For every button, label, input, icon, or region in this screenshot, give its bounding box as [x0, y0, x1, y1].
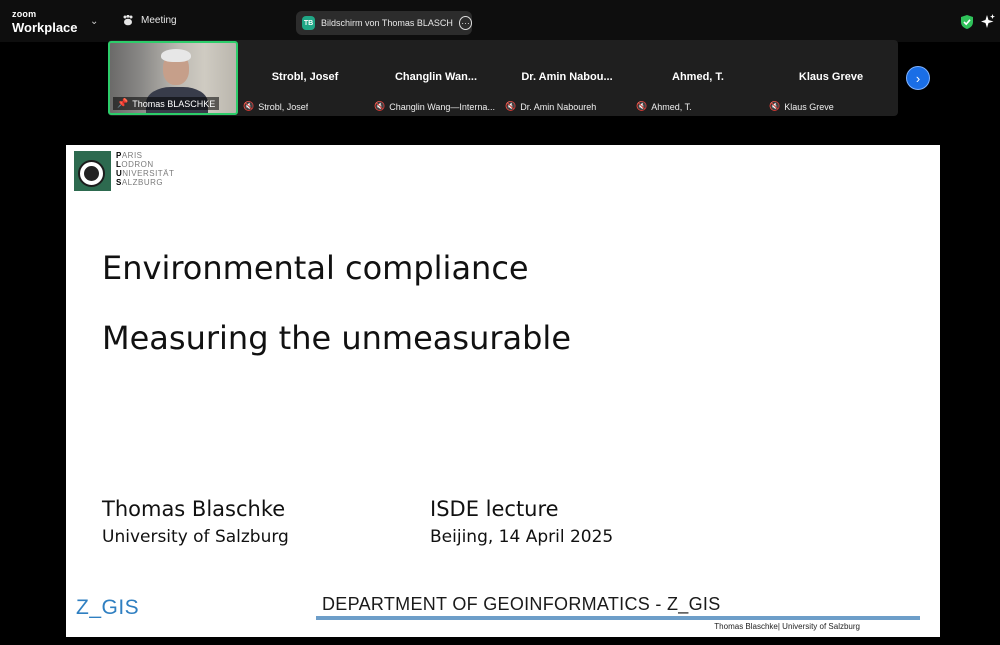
slide-subtitle: Measuring the unmeasurable — [102, 319, 571, 357]
mic-off-icon: 🔇 — [374, 101, 386, 111]
participant-tile[interactable]: Ahmed, T. 🔇 Ahmed, T. — [633, 40, 763, 116]
event-block: ISDE lecture Beijing, 14 April 2025 — [430, 497, 613, 547]
slide-margin — [66, 118, 940, 145]
participant-tile[interactable]: Klaus Greve 🔇 Klaus Greve — [766, 40, 896, 116]
university-wordmark: PARIS LODRON UNIVERSITÄT SALZBURG — [116, 151, 174, 191]
participant-label: 🔇 Ahmed, T. — [636, 101, 760, 112]
chevron-right-icon[interactable]: › — [906, 66, 930, 90]
participant-tile[interactable]: Changlin Wan... 🔇 Changlin Wang—Interna.… — [371, 40, 501, 116]
video-name-label: 📌 Thomas BLASCHKE — [113, 97, 220, 110]
participant-label: 🔇 Dr. Amin Naboureh — [505, 101, 629, 112]
university-line: PARIS — [116, 151, 143, 160]
shared-slide: PARIS LODRON UNIVERSITÄT SALZBURG Enviro… — [66, 145, 940, 637]
participant-label: 🔇 Strobl, Josef — [243, 101, 367, 112]
sharer-avatar: TB — [302, 16, 315, 30]
zgis-logo: Z_GIS — [76, 596, 140, 619]
participant-label-text: Klaus Greve — [784, 101, 834, 112]
chevron-down-icon[interactable]: ⌄ — [90, 16, 98, 27]
university-emblem — [74, 151, 111, 191]
participant-label-text: Changlin Wang—Interna... — [389, 101, 495, 112]
mic-off-icon: 🔇 — [505, 101, 517, 111]
shield-check-icon[interactable] — [960, 14, 974, 30]
mic-off-icon: 🔇 — [769, 101, 781, 111]
participant-display-name: Changlin Wan... — [394, 71, 478, 83]
pin-icon: 📌 — [117, 98, 129, 108]
share-label: Bildschirm von Thomas BLASCH — [320, 18, 453, 28]
top-bar: zoom Workplace ⌄ Meeting TB Bildschirm v… — [0, 0, 1000, 42]
mic-off-icon: 🔇 — [243, 101, 255, 111]
person-hair — [161, 49, 191, 62]
author-block: Thomas Blaschke University of Salzburg — [102, 497, 289, 547]
participant-label-text: Strobl, Josef — [258, 101, 309, 112]
participant-strip: 📌 Thomas BLASCHKE Strobl, Josef 🔇 Strobl… — [108, 40, 898, 116]
screen-share-indicator[interactable]: TB Bildschirm von Thomas BLASCH … — [296, 11, 472, 35]
event-date: Beijing, 14 April 2025 — [430, 527, 614, 547]
department-title: DEPARTMENT OF GEOINFORMATICS - Z_GIS — [322, 594, 721, 614]
participant-tile[interactable]: Dr. Amin Nabou... 🔇 Dr. Amin Naboureh — [502, 40, 632, 116]
participant-label-text: Dr. Amin Naboureh — [520, 101, 597, 112]
sparkle-icon[interactable] — [981, 13, 995, 29]
more-icon[interactable]: … — [458, 16, 472, 30]
participant-label-text: Ahmed, T. — [651, 101, 692, 112]
mic-off-icon: 🔇 — [636, 101, 648, 111]
paw-icon — [123, 15, 133, 26]
zoom-logo: zoom Workplace — [12, 9, 78, 35]
university-line: LODRON — [116, 160, 154, 169]
participant-display-name: Ahmed, T. — [672, 71, 724, 83]
active-speaker-name: Thomas BLASCHKE — [132, 98, 216, 109]
participant-display-name: Strobl, Josef — [271, 71, 339, 83]
slide-title: Environmental compliance — [102, 249, 529, 287]
slide-footer: Thomas Blaschke| University of Salzburg — [714, 622, 860, 631]
meeting-menu[interactable]: Meeting — [122, 15, 177, 26]
event-name: ISDE lecture — [430, 497, 559, 521]
university-line: SALZBURG — [116, 178, 164, 187]
university-logo: PARIS LODRON UNIVERSITÄT SALZBURG — [74, 151, 174, 191]
participant-label: 🔇 Klaus Greve — [769, 101, 893, 112]
author-affiliation: University of Salzburg — [102, 527, 289, 547]
meeting-label: Meeting — [141, 15, 177, 26]
participant-tile[interactable]: Strobl, Josef 🔇 Strobl, Josef — [240, 40, 370, 116]
logo-big: Workplace — [12, 20, 78, 35]
author-name: Thomas Blaschke — [102, 497, 286, 521]
logo-small: zoom — [12, 9, 37, 19]
active-speaker-tile[interactable]: 📌 Thomas BLASCHKE — [108, 41, 238, 115]
participant-label: 🔇 Changlin Wang—Interna... — [374, 101, 498, 112]
department-divider — [316, 616, 920, 620]
participant-display-name: Dr. Amin Nabou... — [521, 71, 613, 83]
participant-display-name: Klaus Greve — [798, 71, 864, 83]
university-line: UNIVERSITÄT — [116, 169, 175, 178]
